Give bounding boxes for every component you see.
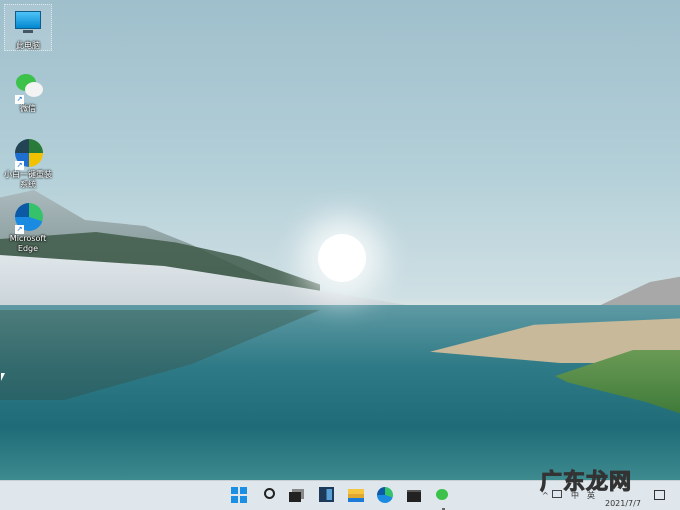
wechat-icon <box>436 489 448 500</box>
wechat-icon: ↗ <box>13 72 43 104</box>
icon-label: 小白一键重装系统 <box>4 170 52 189</box>
shortcut-arrow-icon: ↗ <box>15 95 24 104</box>
xiaobai-reinstall-icon: ↗ <box>13 138 43 170</box>
store-icon <box>407 490 421 502</box>
folder-icon <box>348 489 364 502</box>
clock-date[interactable]: 2021/7/7 <box>605 499 641 508</box>
search-icon <box>264 488 275 499</box>
wallpaper-sun <box>318 234 366 282</box>
this-pc-icon <box>13 9 43 39</box>
desktop-icon-xiaobai[interactable]: ↗ 小白一键重装系统 <box>4 138 52 190</box>
desktop-icon-wechat[interactable]: ↗ 微信 <box>4 72 52 114</box>
task-view-icon <box>289 492 301 502</box>
icon-label: 微信 <box>20 104 36 113</box>
shortcut-arrow-icon: ↗ <box>15 225 24 234</box>
search-button[interactable] <box>261 487 279 505</box>
edge-icon: ↗ <box>13 202 43 234</box>
desktop-icon-this-pc[interactable]: 此电脑 <box>4 4 52 51</box>
mouse-cursor-icon <box>1 373 5 381</box>
desktop-wallpaper[interactable]: 此电脑 ↗ 微信 ↗ 小白一键重装系统 ↗ Microsoft Edge <box>0 0 680 480</box>
icon-label: 此电脑 <box>16 41 40 50</box>
icon-label: Microsoft Edge <box>9 234 47 253</box>
shortcut-arrow-icon: ↗ <box>15 161 24 170</box>
widgets-icon <box>319 487 334 502</box>
task-view-button[interactable] <box>289 487 307 505</box>
windows-logo-icon <box>231 487 247 503</box>
wechat-taskbar-button[interactable] <box>436 487 454 510</box>
file-explorer-button[interactable] <box>348 487 366 505</box>
watermark-text: 广东龙网 <box>539 469 633 496</box>
store-button[interactable] <box>406 487 424 505</box>
edge-taskbar-button[interactable] <box>377 487 395 505</box>
desktop-icon-edge[interactable]: ↗ Microsoft Edge <box>4 202 52 254</box>
start-button[interactable] <box>231 487 249 505</box>
edge-icon <box>377 487 393 503</box>
widgets-button[interactable] <box>319 487 337 505</box>
notification-icon[interactable] <box>654 490 665 500</box>
